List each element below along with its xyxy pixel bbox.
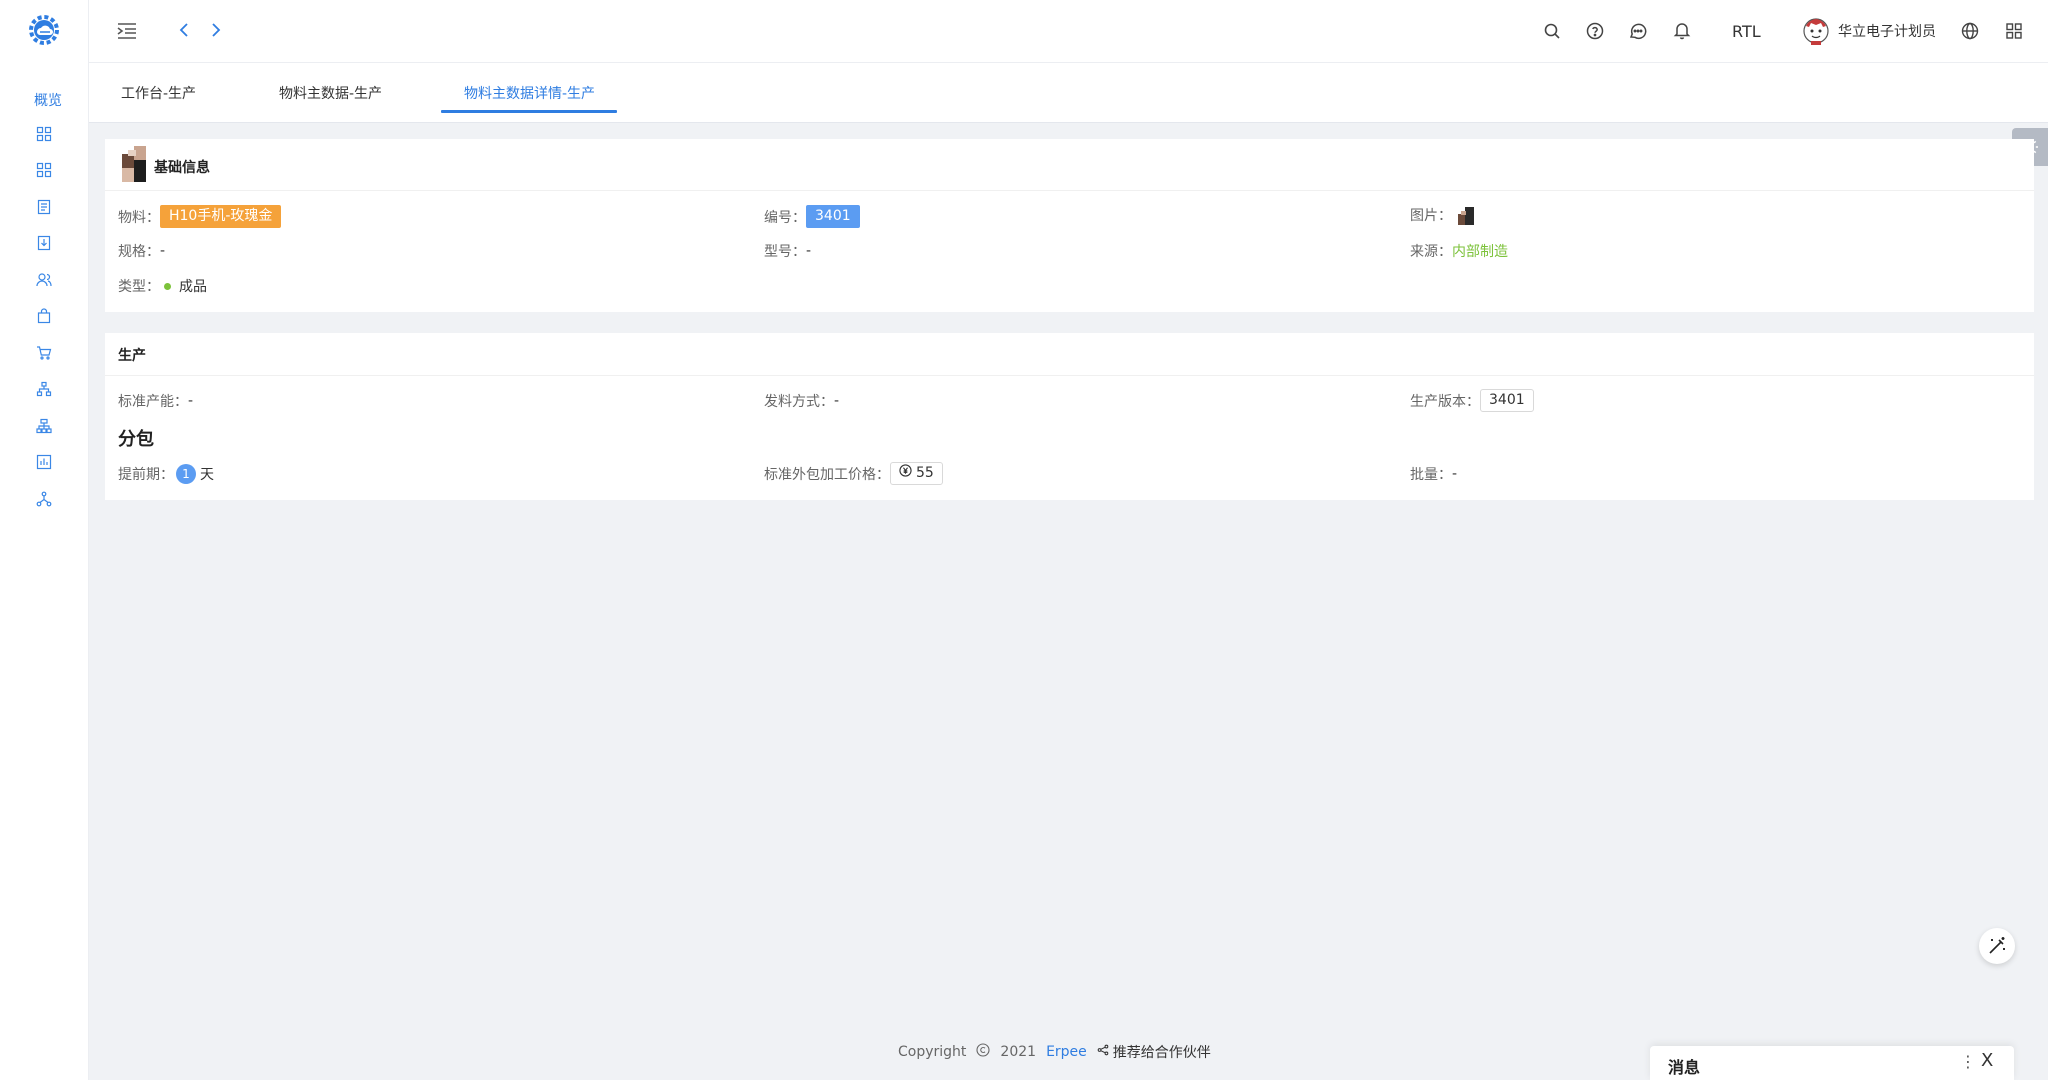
active-tab-indicator [441,110,617,113]
model-label: 型号： [764,244,806,260]
outsource-price-label: 标准外包加工价格： [764,466,890,483]
chat-icon[interactable] [1627,20,1649,42]
bag-icon[interactable] [36,308,52,324]
share-link[interactable]: 推荐给合作伙伴 [1097,1042,1211,1062]
basic-info-card: 基础信息 物料： H10手机-玫瑰金 编号： 3401 图片： 规格： - 型号… [105,139,2034,312]
version-label: 生产版本： [1410,393,1480,410]
code-tag: 3401 [806,205,860,228]
capacity-value: - [188,393,194,409]
globe-icon[interactable] [1959,20,1981,42]
source-label: 来源： [1410,244,1452,260]
back-arrow-icon[interactable] [173,19,195,41]
message-panel[interactable]: 消息 ⋮ X [1650,1046,2014,1080]
avatar[interactable] [1802,17,1830,45]
yen-icon [899,464,912,483]
image-label: 图片： [1410,208,1452,224]
search-icon[interactable] [1541,20,1563,42]
dashboard-icon[interactable] [36,126,52,142]
brand-link[interactable]: Erpee [1046,1044,1087,1060]
report-icon[interactable] [36,454,52,470]
batch-label: 批量： [1410,467,1452,483]
outsource-price-value: 55 [916,465,934,481]
app-logo[interactable] [26,12,62,48]
issue-method-value: - [834,393,840,409]
more-options-icon[interactable]: ⋮ [1960,1052,1976,1071]
magic-wand-button[interactable] [1979,928,2015,964]
image-field: 图片： [1410,205,1476,225]
copyright-text: Copyright [898,1044,967,1060]
material-tag: H10手机-玫瑰金 [160,205,282,228]
product-image-thumb[interactable] [1456,205,1476,225]
page-tabs: 工作台-生产 物料主数据-生产 物料主数据详情-生产 [89,63,2048,123]
lead-time-unit: 天 [200,467,214,483]
cart-icon[interactable] [36,345,52,361]
users-icon[interactable] [36,272,52,288]
magic-wand-icon [1989,937,2005,954]
share-icon [1097,1044,1109,1060]
org-chart-icon[interactable] [36,418,52,434]
sidebar: 概览 [0,0,89,1080]
download-doc-icon[interactable] [36,235,52,251]
outsource-price-tag: 55 [890,462,943,485]
production-title: 生产 [118,348,146,364]
rtl-toggle[interactable]: RTL [1732,22,1761,41]
batch-field: 批量： - [1410,464,1457,484]
network-icon[interactable] [36,491,52,507]
version-field: 生产版本： 3401 [1410,389,1534,412]
capacity-field: 标准产能： - [118,391,193,411]
help-icon[interactable] [1584,20,1606,42]
code-field: 编号： 3401 [764,205,860,228]
lead-time-field: 提前期： 1 天 [118,464,214,484]
type-label: 类型： [118,279,160,295]
spec-field: 规格： - [118,241,165,261]
model-value: - [806,243,812,259]
document-icon[interactable] [36,199,52,215]
spec-value: - [160,243,166,259]
tab-workbench[interactable]: 工作台-生产 [121,83,196,103]
menu-indent-icon[interactable] [116,20,138,42]
basic-info-title: 基础信息 [154,160,210,176]
outsource-price-field: 标准外包加工价格： 55 [764,462,943,485]
footer: Copyright 2021 Erpee 推荐给合作伙伴 [898,1042,1211,1062]
apps-grid-icon[interactable] [2003,20,2025,42]
type-value: 成品 [179,279,207,295]
user-name[interactable]: 华立电子计划员 [1838,21,1936,41]
sidebar-item-overview[interactable]: 概览 [34,90,62,110]
copyright-year: 2021 [1000,1044,1037,1060]
production-card: 生产 标准产能： - 发料方式： - 生产版本： 3401 分包 提前期： 1 … [105,333,2034,500]
bell-icon[interactable] [1671,19,1693,41]
lead-time-label: 提前期： [118,467,174,483]
issue-method-field: 发料方式： - [764,391,839,411]
version-tag: 3401 [1480,389,1534,412]
code-label: 编号： [764,209,806,226]
basic-info-header: 基础信息 [105,139,2034,191]
model-field: 型号： - [764,241,811,261]
grid-icon[interactable] [36,162,52,178]
close-icon[interactable]: X [1981,1050,1993,1071]
tab-material-detail[interactable]: 物料主数据详情-生产 [464,83,595,103]
material-field: 物料： H10手机-玫瑰金 [118,205,282,228]
forward-arrow-icon[interactable] [205,19,227,41]
hierarchy-icon[interactable] [36,381,52,397]
source-field: 来源： 内部制造 [1410,241,1508,261]
share-label: 推荐给合作伙伴 [1112,1045,1211,1061]
capacity-label: 标准产能： [118,394,188,410]
subcontract-title: 分包 [118,429,154,450]
message-panel-title: 消息 [1668,1058,1701,1077]
production-header: 生产 [105,333,2034,376]
issue-method-label: 发料方式： [764,394,834,410]
top-header: RTL 华立电子计划员 [89,0,2048,63]
lead-time-badge: 1 [176,464,196,484]
type-field: 类型： 成品 [118,276,207,296]
status-dot [164,282,171,290]
spec-label: 规格： [118,244,160,260]
product-thumbnail [122,146,146,182]
material-label: 物料： [118,209,160,226]
source-value: 内部制造 [1452,244,1508,260]
copyright-icon [976,1043,990,1061]
batch-value: - [1452,466,1458,482]
tab-material-master[interactable]: 物料主数据-生产 [279,83,382,103]
